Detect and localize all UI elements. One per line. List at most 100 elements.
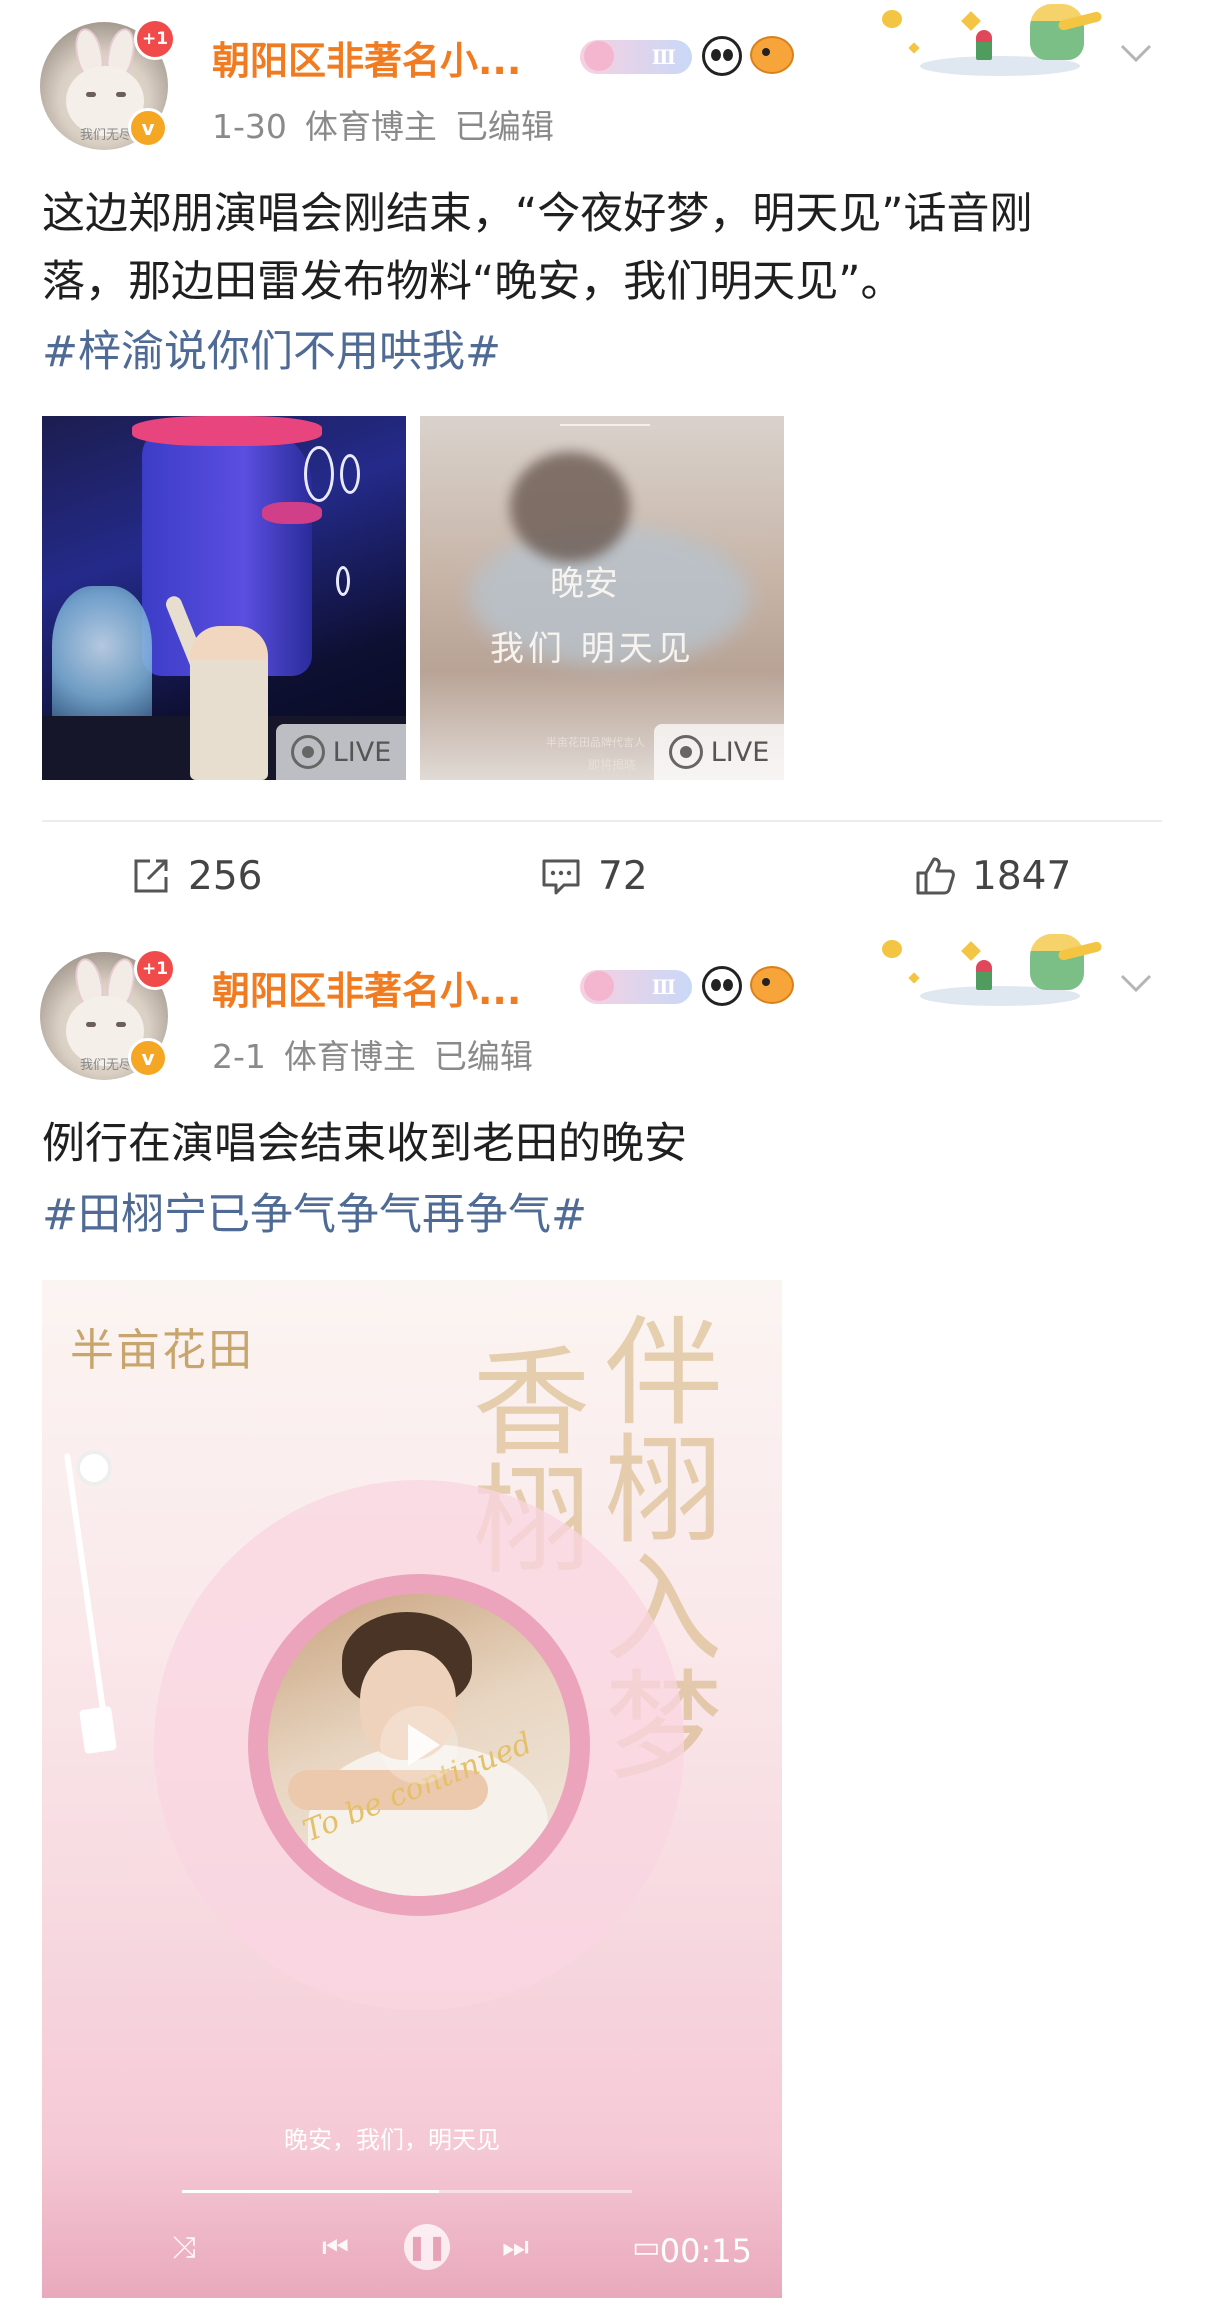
live-photo-icon <box>668 735 703 769</box>
like-button[interactable]: 1847 <box>912 846 1071 906</box>
video-lyric: 晚安，我们，明天见 <box>284 2126 500 2154</box>
post-text: 例行在演唱会结束收到老田的晚安 <box>42 1110 1162 1178</box>
rose-icon <box>976 960 992 990</box>
live-label: LIVE <box>710 736 770 768</box>
username[interactable]: 朝阳区非著名小... <box>212 30 521 85</box>
cat-eye-left <box>86 92 96 97</box>
chevron-down-icon[interactable] <box>1118 34 1154 70</box>
level-mascot-icon <box>584 971 614 1001</box>
previous-icon: ⏮ <box>322 2230 349 2265</box>
live-photo-icon <box>290 735 325 769</box>
cat-eye-right <box>116 92 126 97</box>
video-progress-track[interactable] <box>182 2190 632 2193</box>
panda-icon <box>702 966 742 1006</box>
star-icon <box>961 941 981 961</box>
repost-count: 256 <box>188 853 263 899</box>
playlist-icon: ▭ <box>632 2230 661 2265</box>
rose-icon <box>976 30 992 60</box>
video-brand-logo: 半亩花田 <box>70 1325 254 1376</box>
post-date: 2-1 <box>212 1037 266 1076</box>
username[interactable]: 朝阳区非著名小... <box>212 960 521 1015</box>
level-mascot-icon <box>584 41 614 71</box>
poster-top-mark <box>560 416 650 426</box>
sparkle-icon <box>908 972 920 984</box>
cat-eye-left <box>86 1022 96 1027</box>
follow-count-badge: +1 <box>134 18 176 60</box>
hashtag-link[interactable]: #梓渝说你们不用哄我# <box>42 322 501 382</box>
tonearm-pivot <box>76 1450 112 1486</box>
shuffle-icon: ⤨ <box>172 2230 196 2265</box>
weibo-post-2: 我们无尽 +1 v 朝阳区非著名小... Ⅲ 2-1 体育博主 已编辑 例行在演唱会… <box>0 930 1206 2319</box>
video-music-controls: ⤨ ⏮ ❚❚ ⏭ ▭ <box>172 2224 660 2276</box>
comment-count: 72 <box>598 853 648 899</box>
hashtag-link[interactable]: #田栩宁已争气争气再争气# <box>42 1185 587 1245</box>
post-author-role: 体育博主 <box>283 1037 416 1076</box>
level-badge-label: Ⅲ <box>651 975 676 999</box>
cat-eye-right <box>116 1022 126 1027</box>
card-decoration-little-prince <box>880 930 1103 1010</box>
video-progress-fill <box>182 2190 439 2193</box>
post-image-concert[interactable]: LIVE <box>42 416 406 780</box>
video-player[interactable]: 半亩花田 伴栩入梦 香栩 To be continued 晚安，我们，明天见 ⤨… <box>42 1280 782 2298</box>
avatar-caption: 我们无尽 <box>80 128 133 143</box>
stage-light-ring <box>336 566 350 596</box>
like-count: 1847 <box>972 853 1072 899</box>
post-text-line: 例行在演唱会结束收到老田的晚安 <box>42 1119 687 1169</box>
post-text-line: 这边郑朋演唱会刚结束，“今夜好梦，明天见”话音刚 <box>42 189 1033 239</box>
post-date: 1-30 <box>212 107 287 146</box>
stage-light-ring <box>340 454 360 494</box>
sparkle-icon <box>908 42 920 54</box>
avatar-caption: 我们无尽 <box>80 1058 133 1073</box>
post-meta: 2-1 体育博主 已编辑 <box>212 1030 551 1078</box>
pause-icon: ❚❚ <box>404 2224 450 2270</box>
stage-pillar-cap <box>132 416 322 446</box>
live-photo-badge: LIVE <box>276 724 406 780</box>
action-bar: 256 72 1847 <box>0 846 1206 906</box>
post-text-line: 落，那边田雷发布物料“晚安，我们明天见”。 <box>42 257 904 307</box>
live-label: LIVE <box>332 736 392 768</box>
poster-fine-print: 即将揭晓 <box>588 758 637 772</box>
weibo-post-1: 我们无尽 +1 v 朝阳区非著名小... Ⅲ 1-30 体育博主 已编辑 这边郑朋演… <box>0 0 1206 930</box>
stage-pillar-cap <box>262 502 322 524</box>
little-prince-icon <box>1030 4 1084 60</box>
fish-icon <box>750 966 794 1004</box>
divider <box>42 820 1162 822</box>
post-meta: 1-30 体育博主 已编辑 <box>212 100 572 148</box>
play-icon[interactable] <box>380 1706 458 1784</box>
post-edited-label: 已编辑 <box>454 107 554 146</box>
little-prince-icon <box>1030 934 1084 990</box>
thumbs-up-icon <box>916 857 955 895</box>
repost-button[interactable]: 256 <box>128 846 262 906</box>
poster-fine-print: 半亩花田品牌代言人 <box>546 736 645 749</box>
video-time: 00:15 <box>659 2232 752 2270</box>
moon-icon <box>882 940 902 958</box>
live-photo-badge: LIVE <box>654 724 784 780</box>
verified-icon: v <box>128 1038 168 1078</box>
comment-icon <box>542 859 580 895</box>
level-badge: Ⅲ <box>580 970 692 1004</box>
moon-icon <box>882 10 902 28</box>
post-text: 这边郑朋演唱会刚结束，“今夜好梦，明天见”话音刚 落，那边田雷发布物料“晚安，我… <box>42 180 1162 316</box>
level-badge: Ⅲ <box>580 40 692 74</box>
panda-icon <box>702 36 742 76</box>
post-author-role: 体育博主 <box>304 107 437 146</box>
poster-blurred-head <box>510 452 630 562</box>
performer <box>190 626 268 780</box>
poster-script-line: 晚安 <box>550 564 618 604</box>
next-icon: ⏭ <box>502 2230 529 2265</box>
chevron-down-icon[interactable] <box>1118 964 1154 1000</box>
stage-light-ring <box>304 446 334 502</box>
card-decoration-little-prince <box>880 0 1103 80</box>
post-image-poster[interactable]: 晚安 我们 明天见 半亩花田品牌代言人 即将揭晓 LIVE <box>420 416 784 780</box>
post-edited-label: 已编辑 <box>433 1037 533 1076</box>
verified-icon: v <box>128 108 168 148</box>
comment-button[interactable]: 72 <box>538 846 648 906</box>
repost-icon <box>134 859 168 893</box>
fish-icon <box>750 36 794 74</box>
tonearm <box>63 1452 107 1712</box>
poster-script-line: 我们 明天见 <box>490 629 695 669</box>
stage-tree <box>52 586 152 736</box>
level-badge-label: Ⅲ <box>651 45 676 69</box>
tonearm-needle <box>79 1705 117 1755</box>
follow-count-badge: +1 <box>134 948 176 990</box>
